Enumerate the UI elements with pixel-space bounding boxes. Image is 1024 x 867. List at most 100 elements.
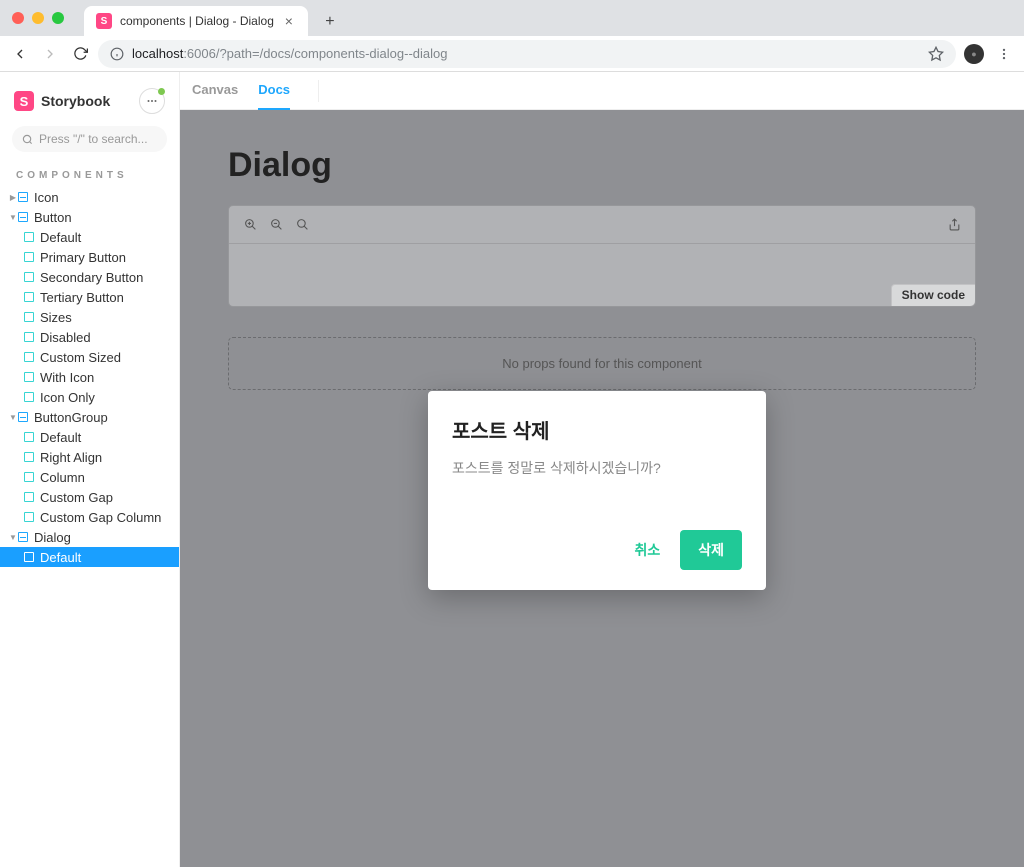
arrow-right-icon — [42, 46, 58, 62]
tree-story-dialog-default[interactable]: Default — [0, 547, 179, 567]
story-icon — [24, 352, 34, 362]
component-folder-icon — [18, 192, 28, 202]
tree-story[interactable]: Custom Sized — [0, 347, 179, 367]
reload-button[interactable] — [68, 42, 92, 66]
browser-tab[interactable]: S components | Dialog - Dialog × — [84, 6, 308, 36]
page-title: Dialog — [228, 146, 976, 185]
docs-canvas: Dialog Show code — [180, 110, 1024, 867]
tab-canvas[interactable]: Canvas — [192, 72, 238, 110]
notification-dot-icon — [158, 88, 165, 95]
story-preview-panel: Show code — [228, 205, 976, 307]
browser-tab-title: components | Dialog - Dialog — [120, 14, 274, 28]
profile-button[interactable]: ● — [962, 42, 986, 66]
tree-story[interactable]: Primary Button — [0, 247, 179, 267]
window-controls — [8, 4, 72, 36]
tree-story[interactable]: Disabled — [0, 327, 179, 347]
minimize-window-button[interactable] — [32, 12, 44, 24]
zoom-in-icon — [244, 218, 257, 231]
confirm-button[interactable]: 삭제 — [680, 530, 742, 570]
sidebar-header: S Storybook — [0, 80, 179, 124]
story-icon — [24, 272, 34, 282]
tree-folder-button[interactable]: ▼Button — [0, 207, 179, 227]
story-icon — [24, 392, 34, 402]
storybook-logo-text: Storybook — [41, 93, 110, 109]
search-placeholder: Press "/" to search... — [39, 132, 148, 146]
story-icon — [24, 492, 34, 502]
tab-divider — [318, 80, 319, 102]
new-tab-button[interactable]: + — [316, 8, 344, 36]
tree-story[interactable]: Custom Gap Column — [0, 507, 179, 527]
close-window-button[interactable] — [12, 12, 24, 24]
doc-content: Dialog Show code — [180, 110, 1024, 426]
story-icon — [24, 252, 34, 262]
close-tab-icon[interactable]: × — [282, 14, 296, 28]
maximize-window-button[interactable] — [52, 12, 64, 24]
tree-story[interactable]: Sizes — [0, 307, 179, 327]
open-external-button[interactable] — [947, 218, 961, 232]
story-icon — [24, 372, 34, 382]
preview-tabs: Canvas Docs — [180, 72, 1024, 110]
ellipsis-icon — [146, 95, 158, 107]
tree-story[interactable]: Right Align — [0, 447, 179, 467]
forward-button[interactable] — [38, 42, 62, 66]
dialog-modal: 포스트 삭제 포스트를 정말로 삭제하시겠습니까? 취소 삭제 — [428, 391, 766, 590]
story-icon — [24, 312, 34, 322]
component-folder-icon — [18, 212, 28, 222]
tree-story[interactable]: With Icon — [0, 367, 179, 387]
preview-toolbar — [229, 206, 975, 244]
dialog-actions: 취소 삭제 — [452, 530, 742, 570]
sidebar-section-label: COMPONENTS — [0, 160, 179, 187]
tree-folder-dialog[interactable]: ▼Dialog — [0, 527, 179, 547]
dialog-title: 포스트 삭제 — [452, 415, 742, 444]
tree-story[interactable]: Secondary Button — [0, 267, 179, 287]
back-button[interactable] — [8, 42, 32, 66]
cancel-button[interactable]: 취소 — [628, 532, 666, 568]
storybook-app: S Storybook Press "/" to search... COMPO… — [0, 72, 1024, 867]
tree-story[interactable]: Default — [0, 227, 179, 247]
external-link-icon — [948, 218, 961, 231]
component-folder-icon — [18, 412, 28, 422]
chevron-right-icon: ▶ — [8, 193, 18, 202]
tree-folder-icon[interactable]: ▶Icon — [0, 187, 179, 207]
toolbar-left — [243, 218, 309, 232]
search-input[interactable]: Press "/" to search... — [12, 126, 167, 152]
zoom-out-button[interactable] — [269, 218, 283, 232]
chevron-down-icon: ▼ — [8, 213, 18, 222]
zoom-out-icon — [270, 218, 283, 231]
story-icon — [24, 552, 34, 562]
info-icon — [110, 47, 124, 61]
chevron-down-icon: ▼ — [8, 533, 18, 542]
arrow-left-icon — [12, 46, 28, 62]
zoom-reset-button[interactable] — [295, 218, 309, 232]
tree-story[interactable]: Custom Gap — [0, 487, 179, 507]
tree-folder-buttongroup[interactable]: ▼ButtonGroup — [0, 407, 179, 427]
zoom-reset-icon — [296, 218, 309, 231]
component-folder-icon — [18, 532, 28, 542]
tree-story[interactable]: Tertiary Button — [0, 287, 179, 307]
zoom-in-button[interactable] — [243, 218, 257, 232]
story-icon — [24, 472, 34, 482]
chevron-down-icon: ▼ — [8, 413, 18, 422]
reload-icon — [73, 46, 88, 61]
kebab-icon — [997, 47, 1011, 61]
browser-menu-button[interactable] — [992, 42, 1016, 66]
tree-story[interactable]: Icon Only — [0, 387, 179, 407]
story-icon — [24, 432, 34, 442]
browser-toolbar: localhost:6006/?path=/docs/components-di… — [0, 36, 1024, 72]
storybook-favicon: S — [96, 13, 112, 29]
tab-docs[interactable]: Docs — [258, 72, 290, 110]
show-code-button[interactable]: Show code — [891, 284, 975, 306]
address-bar[interactable]: localhost:6006/?path=/docs/components-di… — [98, 40, 956, 68]
tree-story[interactable]: Column — [0, 467, 179, 487]
preview-body — [229, 244, 975, 284]
star-icon[interactable] — [928, 46, 944, 62]
tree-story[interactable]: Default — [0, 427, 179, 447]
storybook-logo[interactable]: S Storybook — [14, 91, 110, 111]
story-icon — [24, 452, 34, 462]
story-icon — [24, 512, 34, 522]
avatar-icon: ● — [964, 44, 984, 64]
props-table: No props found for this component — [228, 337, 976, 390]
story-icon — [24, 232, 34, 242]
sidebar-menu-button[interactable] — [139, 88, 165, 114]
component-tree: ▶Icon ▼Button Default Primary Button Sec… — [0, 187, 179, 567]
